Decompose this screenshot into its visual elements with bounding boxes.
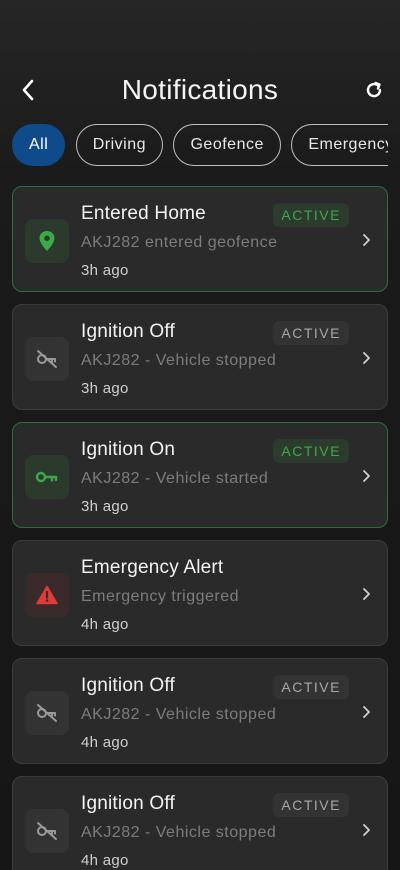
notification-card[interactable]: Ignition On AKJ282 - Vehicle started 3h … <box>12 422 388 528</box>
notification-time: 3h ago <box>81 380 129 397</box>
notification-card[interactable]: Ignition Off AKJ282 - Vehicle stopped 3h… <box>12 304 388 410</box>
notification-time: 3h ago <box>81 262 129 279</box>
notification-subtitle: AKJ282 entered geofence <box>81 234 278 251</box>
notification-icon-box <box>25 691 69 735</box>
filter-chip-geofence[interactable]: Geofence <box>173 124 281 166</box>
refresh-icon <box>366 81 382 98</box>
status-badge: ACTIVE <box>273 439 349 463</box>
notifications-screen: Notifications All Driving Geofence Emerg… <box>0 0 400 870</box>
notification-icon-box <box>25 573 69 617</box>
chevron-right-icon <box>359 231 373 249</box>
status-badge: ACTIVE <box>273 793 349 817</box>
notification-subtitle: AKJ282 - Vehicle stopped <box>81 824 277 841</box>
page-title: Notifications <box>121 74 279 105</box>
notification-subtitle: AKJ282 - Vehicle started <box>81 470 269 487</box>
notification-title: Emergency Alert <box>81 557 224 578</box>
notification-icon-box <box>25 809 69 853</box>
notification-time: 4h ago <box>81 852 129 869</box>
chevron-right-icon <box>359 585 373 603</box>
notification-card[interactable]: Ignition Off AKJ282 - Vehicle stopped 4h… <box>12 658 388 764</box>
notification-icon-box <box>25 219 69 263</box>
notification-icon-box <box>25 455 69 499</box>
key-icon <box>35 471 58 483</box>
filter-chip-emergency[interactable]: Emergency <box>291 124 388 166</box>
chevron-right-icon <box>359 467 373 485</box>
notification-time: 4h ago <box>81 734 129 751</box>
chevron-right-icon <box>359 821 373 839</box>
chevron-right-icon <box>359 703 373 721</box>
notification-title: Ignition On <box>81 439 176 460</box>
header: Notifications <box>0 60 400 120</box>
filter-chip-driving[interactable]: Driving <box>75 124 164 166</box>
filter-chip-all[interactable]: All <box>12 124 66 166</box>
key-off-icon <box>37 822 57 840</box>
refresh-button[interactable] <box>360 76 388 104</box>
notification-card[interactable]: Entered Home AKJ282 entered geofence 3h … <box>12 186 388 292</box>
notification-subtitle: Emergency triggered <box>81 588 240 605</box>
notification-title: Ignition Off <box>81 675 175 696</box>
notification-subtitle: AKJ282 - Vehicle stopped <box>81 352 277 369</box>
status-badge: ACTIVE <box>273 203 349 227</box>
notification-card[interactable]: Ignition Off AKJ282 - Vehicle stopped 4h… <box>12 776 388 870</box>
notification-subtitle: AKJ282 - Vehicle stopped <box>81 706 277 723</box>
notification-list: Entered Home AKJ282 entered geofence 3h … <box>12 186 388 870</box>
key-off-icon <box>37 704 57 722</box>
notification-time: 3h ago <box>81 498 129 515</box>
filter-chips: All Driving Geofence Emergency <box>12 124 388 168</box>
notification-icon-box <box>25 337 69 381</box>
key-off-icon <box>37 350 57 368</box>
notification-title: Ignition Off <box>81 793 175 814</box>
status-badge: ACTIVE <box>273 321 349 345</box>
warning-icon <box>36 585 58 605</box>
notification-card[interactable]: Emergency Alert Emergency triggered 4h a… <box>12 540 388 646</box>
location-pin-icon <box>39 231 55 251</box>
notification-time: 4h ago <box>81 616 129 633</box>
notification-title: Entered Home <box>81 203 206 224</box>
notification-title: Ignition Off <box>81 321 175 342</box>
status-badge: ACTIVE <box>273 675 349 699</box>
chevron-right-icon <box>359 349 373 367</box>
